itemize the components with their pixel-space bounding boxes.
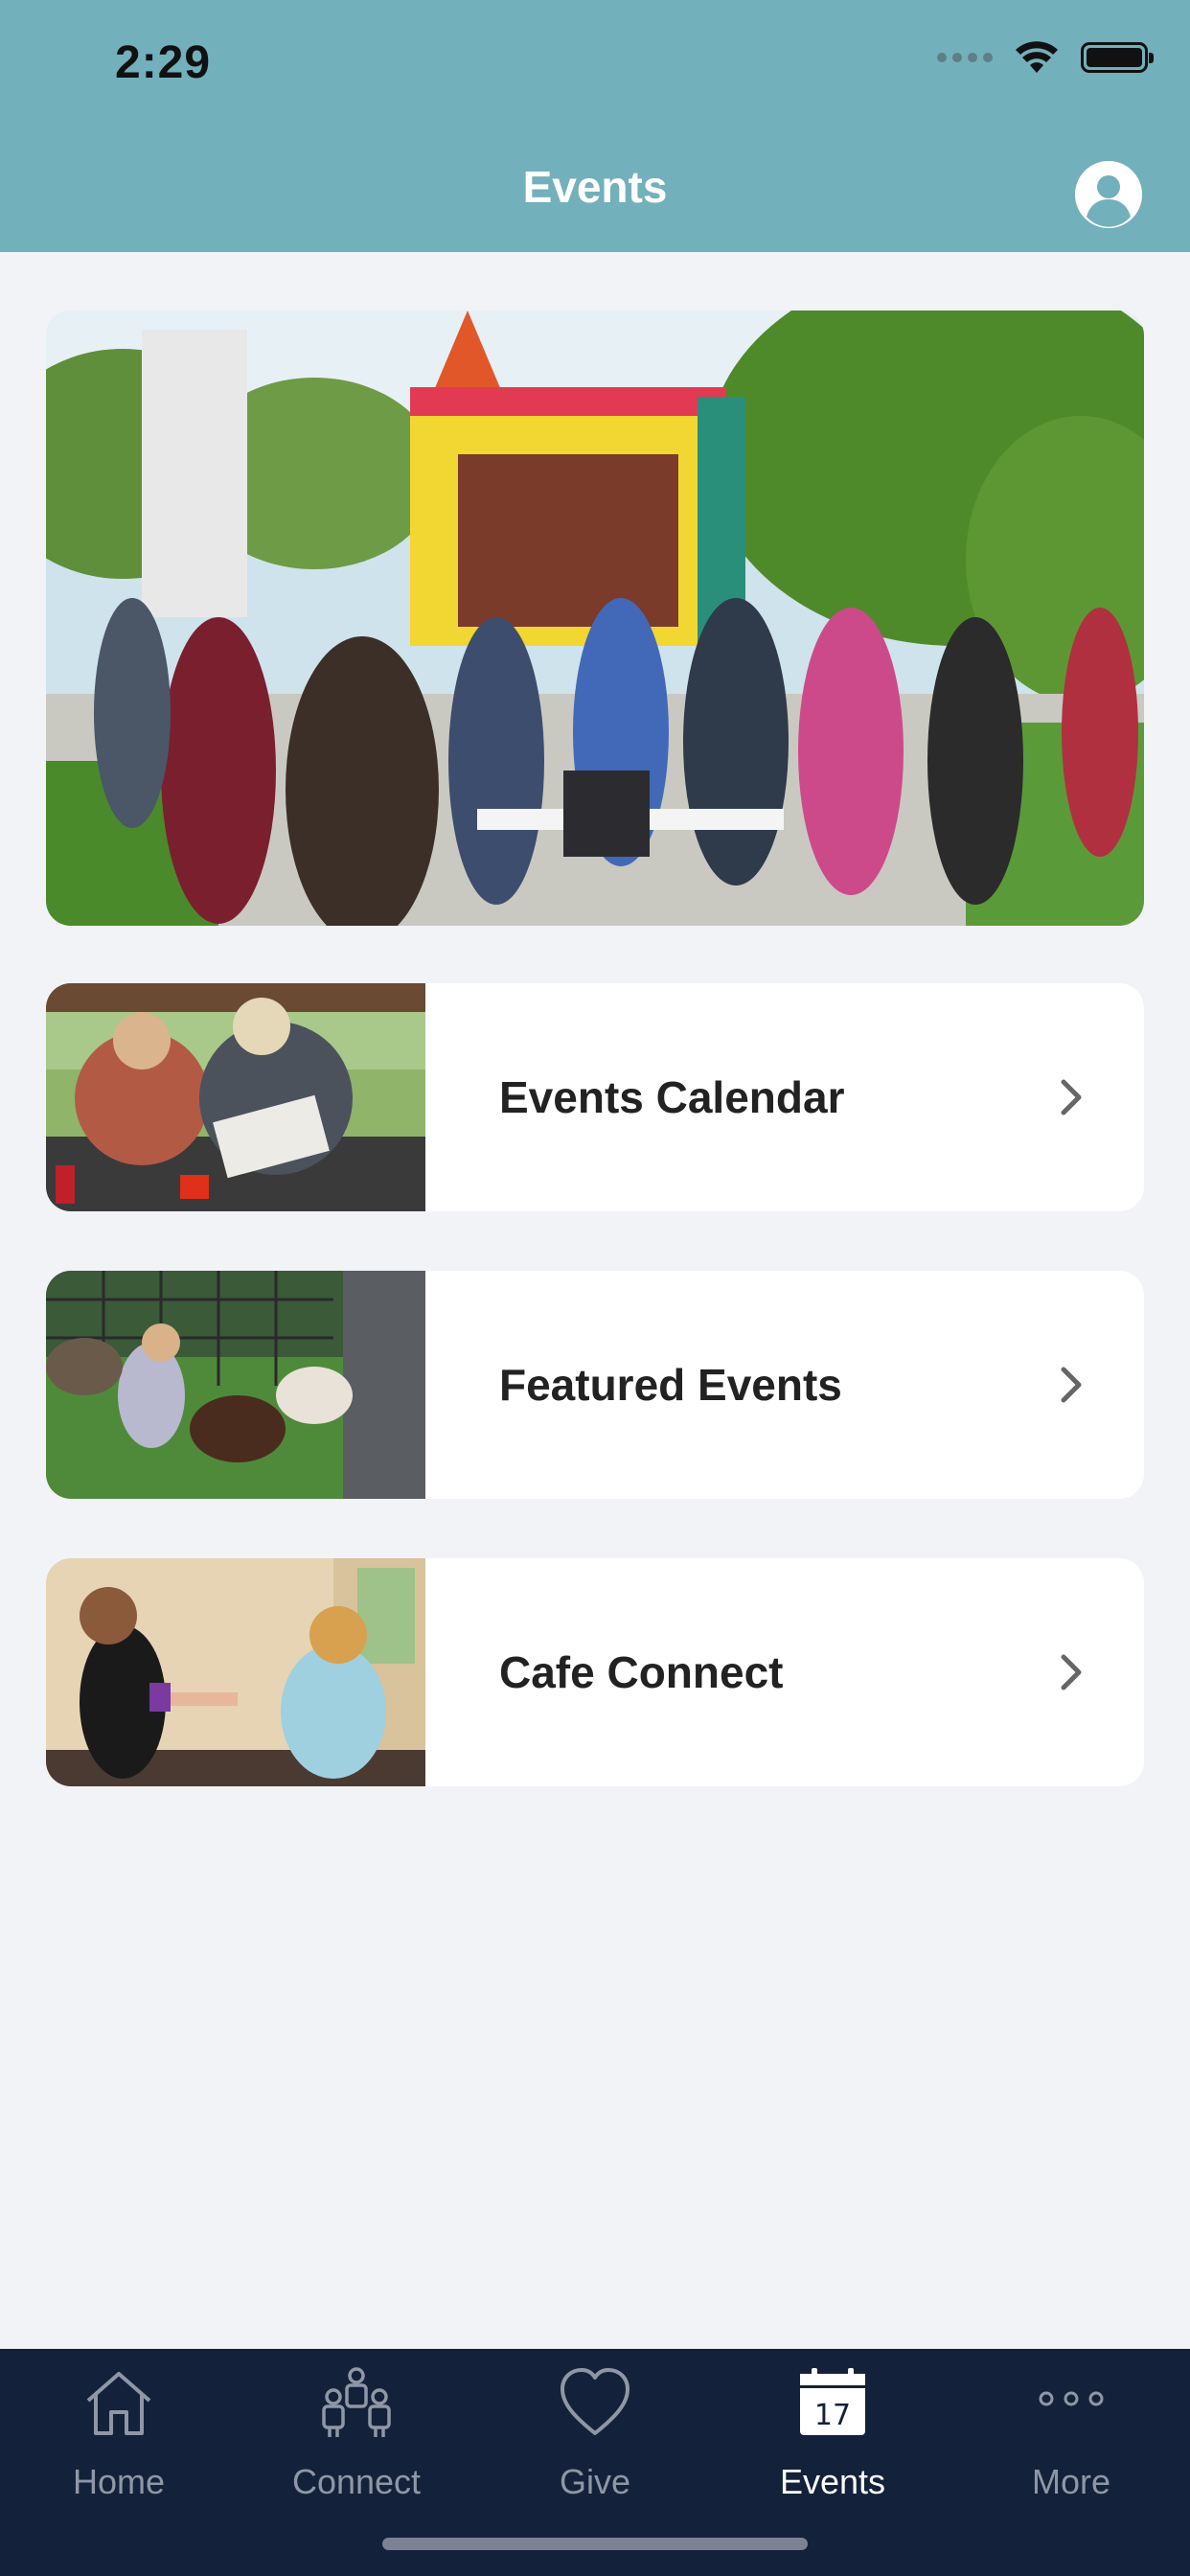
card-label: Featured Events (499, 1360, 842, 1410)
status-icons (937, 40, 1154, 75)
petting-zoo-photo (46, 1271, 425, 1499)
picnic-table-photo (46, 983, 425, 1211)
heart-icon (561, 2368, 629, 2435)
tab-label: Events (779, 2462, 886, 2501)
tab-more[interactable]: More (952, 2349, 1190, 2521)
tab-label: Home (72, 2462, 166, 2501)
user-profile-icon (1075, 161, 1142, 228)
chevron-right-icon (1061, 1367, 1082, 1403)
bottom-tab-bar: Home Connect Give 17 Events More (0, 2349, 1190, 2576)
events-calendar-card[interactable]: Events Calendar (46, 983, 1144, 1211)
tab-give[interactable]: Give (476, 2349, 714, 2521)
cellular-signal-icon (937, 53, 993, 62)
outdoor-festival-photo (46, 310, 1144, 926)
battery-icon (1081, 42, 1154, 73)
tab-label: Give (559, 2462, 631, 2501)
chevron-right-icon (1061, 1079, 1082, 1116)
house-icon (86, 2372, 151, 2435)
tab-label: Connect (291, 2462, 422, 2501)
tab-connect[interactable]: Connect (238, 2349, 475, 2521)
header-bar: 2:29 Events (0, 0, 1190, 252)
wifi-icon (1016, 41, 1058, 73)
home-indicator (382, 2538, 808, 2550)
profile-button[interactable] (1075, 161, 1142, 228)
tab-events[interactable]: 17 Events (714, 2349, 951, 2521)
card-label: Cafe Connect (499, 1647, 784, 1697)
tab-label: More (1031, 2462, 1111, 2501)
featured-events-card[interactable]: Featured Events (46, 1271, 1144, 1499)
people-group-icon (322, 2367, 391, 2437)
cafe-counter-photo (46, 1558, 425, 1786)
hero-image (46, 310, 1144, 926)
page-title: Events (522, 162, 668, 212)
calendar-day-number: 17 (814, 2399, 851, 2432)
chevron-right-icon (1061, 1654, 1082, 1690)
status-time: 2:29 (115, 37, 212, 88)
calendar-icon: 17 (800, 2368, 865, 2435)
card-label: Events Calendar (499, 1072, 845, 1122)
more-dots-icon (1039, 2391, 1104, 2406)
app-screen: 2:29 Events Events Calendar Featured Eve… (0, 0, 1190, 2576)
cafe-connect-card[interactable]: Cafe Connect (46, 1558, 1144, 1786)
tab-home[interactable]: Home (0, 2349, 238, 2521)
